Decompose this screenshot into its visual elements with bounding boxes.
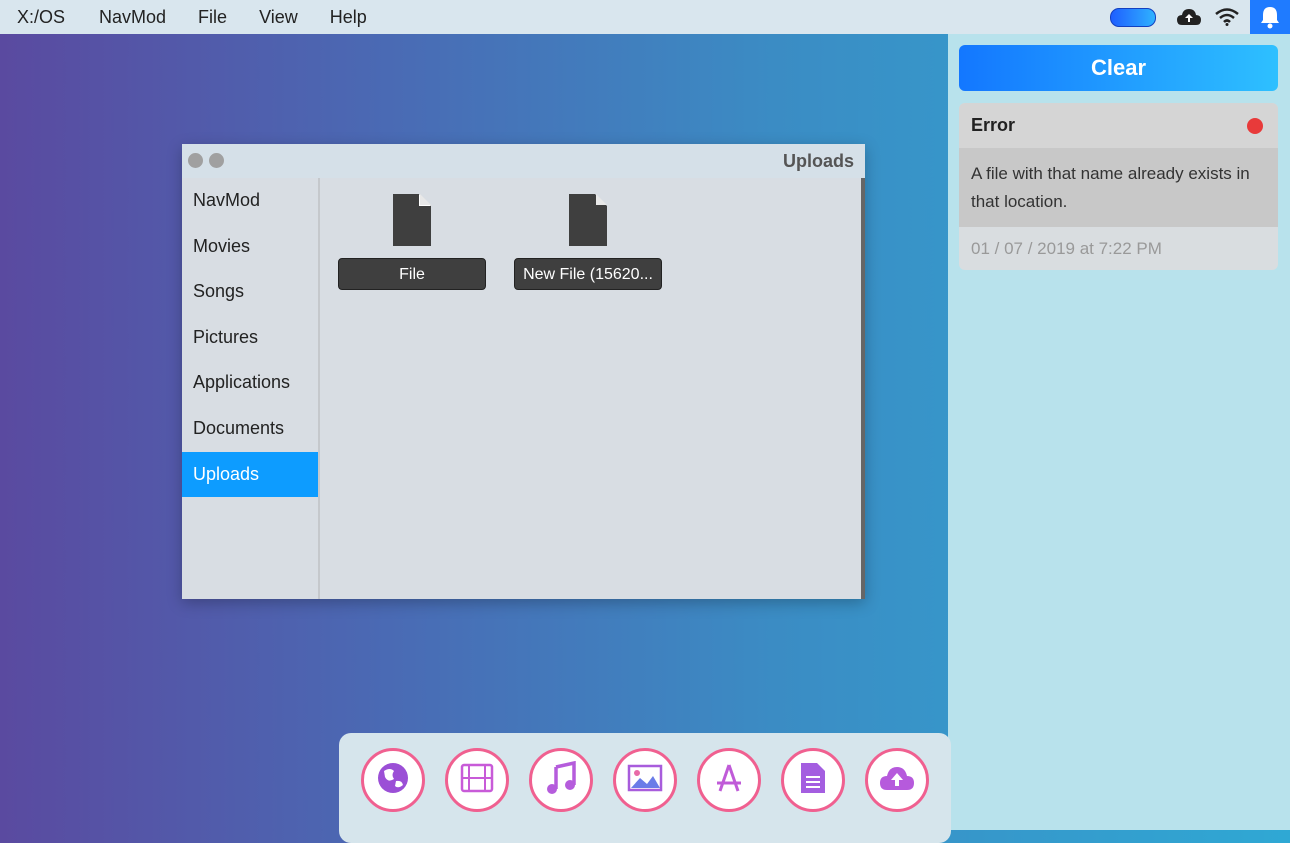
status-dot: [1247, 118, 1263, 134]
notification-message: A file with that name already exists in …: [959, 148, 1278, 227]
menu-os[interactable]: X:/OS: [0, 0, 83, 34]
sidebar-item-songs[interactable]: Songs: [182, 269, 318, 315]
close-button[interactable]: [188, 153, 203, 168]
file-name: New File (15620...: [514, 258, 662, 290]
clear-button[interactable]: Clear: [959, 45, 1278, 91]
sidebar-item-navmod[interactable]: NavMod: [182, 178, 318, 224]
file-icon: [569, 194, 607, 246]
menu-view[interactable]: View: [243, 0, 314, 34]
scrollbar[interactable]: [861, 178, 865, 599]
notification-timestamp: 01 / 07 / 2019 at 7:22 PM: [971, 238, 1162, 258]
file-grid: File New File (15620...: [320, 178, 865, 599]
file-icon: [393, 194, 431, 246]
cloud-upload-icon[interactable]: [1174, 0, 1204, 34]
menu-bar: X:/OS NavMod File View Help: [0, 0, 1290, 34]
dock-movies[interactable]: [445, 748, 509, 812]
dock-applications[interactable]: [697, 748, 761, 812]
globe-icon: [376, 761, 410, 800]
wifi-icon[interactable]: [1212, 0, 1242, 34]
app-store-icon: [712, 761, 746, 800]
sidebar-item-documents[interactable]: Documents: [182, 406, 318, 452]
bell-icon[interactable]: [1250, 0, 1290, 34]
menu-file[interactable]: File: [182, 0, 243, 34]
notification-header: Error: [959, 103, 1278, 148]
document-icon: [799, 761, 827, 800]
file-name: File: [338, 258, 486, 290]
minimize-button[interactable]: [209, 153, 224, 168]
sidebar-item-movies[interactable]: Movies: [182, 224, 318, 270]
dock-browser[interactable]: [361, 748, 425, 812]
sidebar-item-applications[interactable]: Applications: [182, 360, 318, 406]
notification-card[interactable]: Error A file with that name already exis…: [959, 103, 1278, 270]
menu-navmod[interactable]: NavMod: [83, 0, 182, 34]
dock-pictures[interactable]: [613, 748, 677, 812]
dock: [339, 733, 951, 843]
notification-panel: Clear Error A file with that name alread…: [948, 34, 1290, 830]
window-titlebar[interactable]: Uploads: [182, 144, 865, 178]
window-title: Uploads: [782, 151, 854, 171]
dock-documents[interactable]: [781, 748, 845, 812]
file-item[interactable]: File: [338, 194, 486, 290]
dock-uploads[interactable]: [865, 748, 929, 812]
sidebar-item-pictures[interactable]: Pictures: [182, 315, 318, 361]
sidebar-item-uploads[interactable]: Uploads: [182, 451, 318, 498]
toggle-switch[interactable]: [1110, 7, 1156, 27]
picture-icon: [627, 764, 663, 797]
status-area: [1110, 0, 1290, 34]
film-icon: [460, 763, 494, 798]
music-icon: [544, 760, 578, 800]
sidebar: NavMod Movies Songs Pictures Application…: [182, 178, 320, 599]
dock-music[interactable]: [529, 748, 593, 812]
cloud-upload-icon: [878, 764, 916, 797]
file-item[interactable]: New File (15620...: [514, 194, 662, 290]
notification-title: Error: [971, 115, 1016, 135]
menu-help[interactable]: Help: [314, 0, 383, 34]
file-browser-window: Uploads NavMod Movies Songs Pictures App…: [182, 144, 865, 599]
